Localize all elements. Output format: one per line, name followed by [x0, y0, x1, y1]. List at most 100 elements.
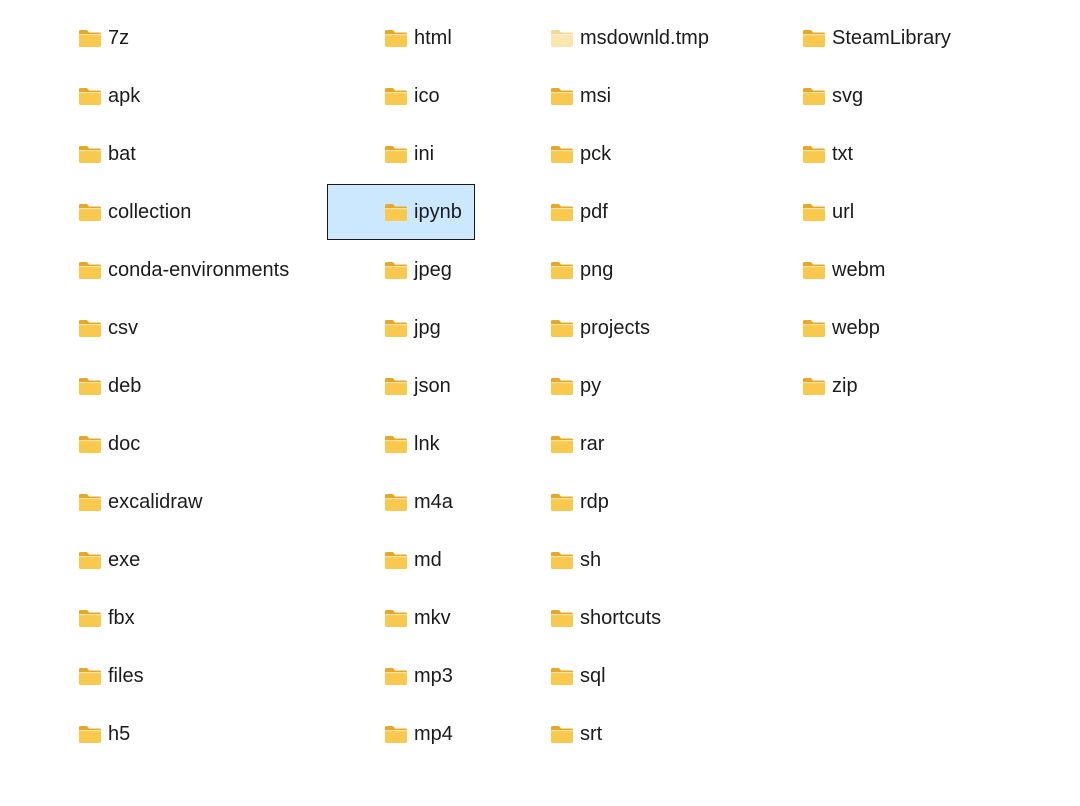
- folder-item[interactable]: rar: [550, 416, 604, 472]
- folder-icon: [384, 86, 408, 106]
- folder-label: webp: [832, 317, 880, 339]
- folder-item[interactable]: mp4: [384, 706, 453, 762]
- folder-icon: [802, 86, 826, 106]
- folder-icon: [78, 434, 102, 454]
- folder-label: SteamLibrary: [832, 27, 951, 49]
- folder-item[interactable]: excalidraw: [78, 474, 202, 530]
- folder-item[interactable]: html: [384, 10, 452, 66]
- folder-icon: [384, 492, 408, 512]
- folder-item[interactable]: m4a: [384, 474, 453, 530]
- folder-item[interactable]: sh: [550, 532, 601, 588]
- folder-item[interactable]: webp: [802, 300, 880, 356]
- folder-label: h5: [108, 723, 131, 745]
- folder-label: url: [832, 201, 855, 223]
- folder-item[interactable]: collection: [78, 184, 191, 240]
- folder-item[interactable]: SteamLibrary: [802, 10, 951, 66]
- folder-icon: [78, 666, 102, 686]
- folder-item[interactable]: pck: [550, 126, 611, 182]
- folder-item[interactable]: conda-environments: [78, 242, 289, 298]
- folder-label: csv: [108, 317, 138, 339]
- folder-icon: [802, 318, 826, 338]
- folder-icon: [550, 318, 574, 338]
- folder-icon: [78, 318, 102, 338]
- folder-item[interactable]: webm: [802, 242, 885, 298]
- folder-item[interactable]: deb: [78, 358, 141, 414]
- folder-item[interactable]: projects: [550, 300, 650, 356]
- folder-item[interactable]: mkv: [384, 590, 451, 646]
- folder-icon: [78, 144, 102, 164]
- folder-item[interactable]: msdownld.tmp: [550, 10, 709, 66]
- folder-label: jpg: [414, 317, 441, 339]
- folder-item[interactable]: rdp: [550, 474, 609, 530]
- folder-item[interactable]: jpg: [384, 300, 441, 356]
- folder-item[interactable]: srt: [550, 706, 602, 762]
- folder-icon: [550, 608, 574, 628]
- folder-icon: [550, 86, 574, 106]
- folder-label: pck: [580, 143, 612, 165]
- folder-label: html: [414, 27, 452, 49]
- folder-label: conda-environments: [108, 259, 290, 281]
- folder-icon: [550, 376, 574, 396]
- folder-icon: [78, 376, 102, 396]
- folder-label: md: [414, 549, 442, 571]
- folder-label: mp4: [414, 723, 453, 745]
- folder-item[interactable]: fbx: [78, 590, 135, 646]
- folder-item[interactable]: json: [384, 358, 451, 414]
- folder-item[interactable]: md: [384, 532, 442, 588]
- folder-item[interactable]: jpeg: [384, 242, 452, 298]
- folder-item[interactable]: exe: [78, 532, 140, 588]
- folder-icon: [78, 550, 102, 570]
- folder-label: ini: [414, 143, 435, 165]
- folder-icon: [802, 144, 826, 164]
- folder-item[interactable]: apk: [78, 68, 140, 124]
- folder-item[interactable]: png: [550, 242, 613, 298]
- folder-label: rdp: [580, 491, 609, 513]
- folder-item[interactable]: 7z: [78, 10, 129, 66]
- folder-item[interactable]: msi: [550, 68, 611, 124]
- folder-item[interactable]: shortcuts: [550, 590, 661, 646]
- folder-icon: [78, 724, 102, 744]
- folder-icon: [550, 434, 574, 454]
- folder-icon: [550, 28, 574, 48]
- folder-item[interactable]: svg: [802, 68, 863, 124]
- folder-icon: [384, 550, 408, 570]
- folder-item[interactable]: url: [802, 184, 854, 240]
- folder-label: mkv: [414, 607, 451, 629]
- folder-icon: [802, 202, 826, 222]
- folder-item[interactable]: pdf: [550, 184, 608, 240]
- folder-label: pdf: [580, 201, 608, 223]
- folder-icon: [384, 318, 408, 338]
- folder-item[interactable]: bat: [78, 126, 136, 182]
- folder-icon: [78, 492, 102, 512]
- folder-label: msi: [580, 85, 612, 107]
- folder-icon: [384, 260, 408, 280]
- folder-item[interactable]: mp3: [384, 648, 453, 704]
- folder-item[interactable]: ipynb: [327, 184, 475, 240]
- folder-icon: [550, 144, 574, 164]
- folder-item[interactable]: csv: [78, 300, 138, 356]
- folder-item[interactable]: lnk: [384, 416, 440, 472]
- folder-item[interactable]: txt: [802, 126, 853, 182]
- folder-item[interactable]: doc: [78, 416, 140, 472]
- folder-item[interactable]: py: [550, 358, 601, 414]
- folder-label: txt: [832, 143, 854, 165]
- folder-item[interactable]: ico: [384, 68, 440, 124]
- folder-item[interactable]: files: [78, 648, 144, 704]
- folder-item[interactable]: ini: [384, 126, 434, 182]
- folder-label: zip: [832, 375, 858, 397]
- folder-item[interactable]: h5: [78, 706, 130, 762]
- folder-label: py: [580, 375, 602, 397]
- folder-label: jpeg: [414, 259, 452, 281]
- folder-icon: [550, 666, 574, 686]
- folder-icon: [802, 376, 826, 396]
- folder-icon: [550, 492, 574, 512]
- folder-item[interactable]: sql: [550, 648, 606, 704]
- folder-item[interactable]: zip: [802, 358, 858, 414]
- folder-icon: [78, 608, 102, 628]
- folder-icon: [78, 260, 102, 280]
- folder-icon: [550, 550, 574, 570]
- folder-label: rar: [580, 433, 605, 455]
- folder-icon: [384, 376, 408, 396]
- folder-icon: [384, 28, 408, 48]
- folder-icon: [384, 608, 408, 628]
